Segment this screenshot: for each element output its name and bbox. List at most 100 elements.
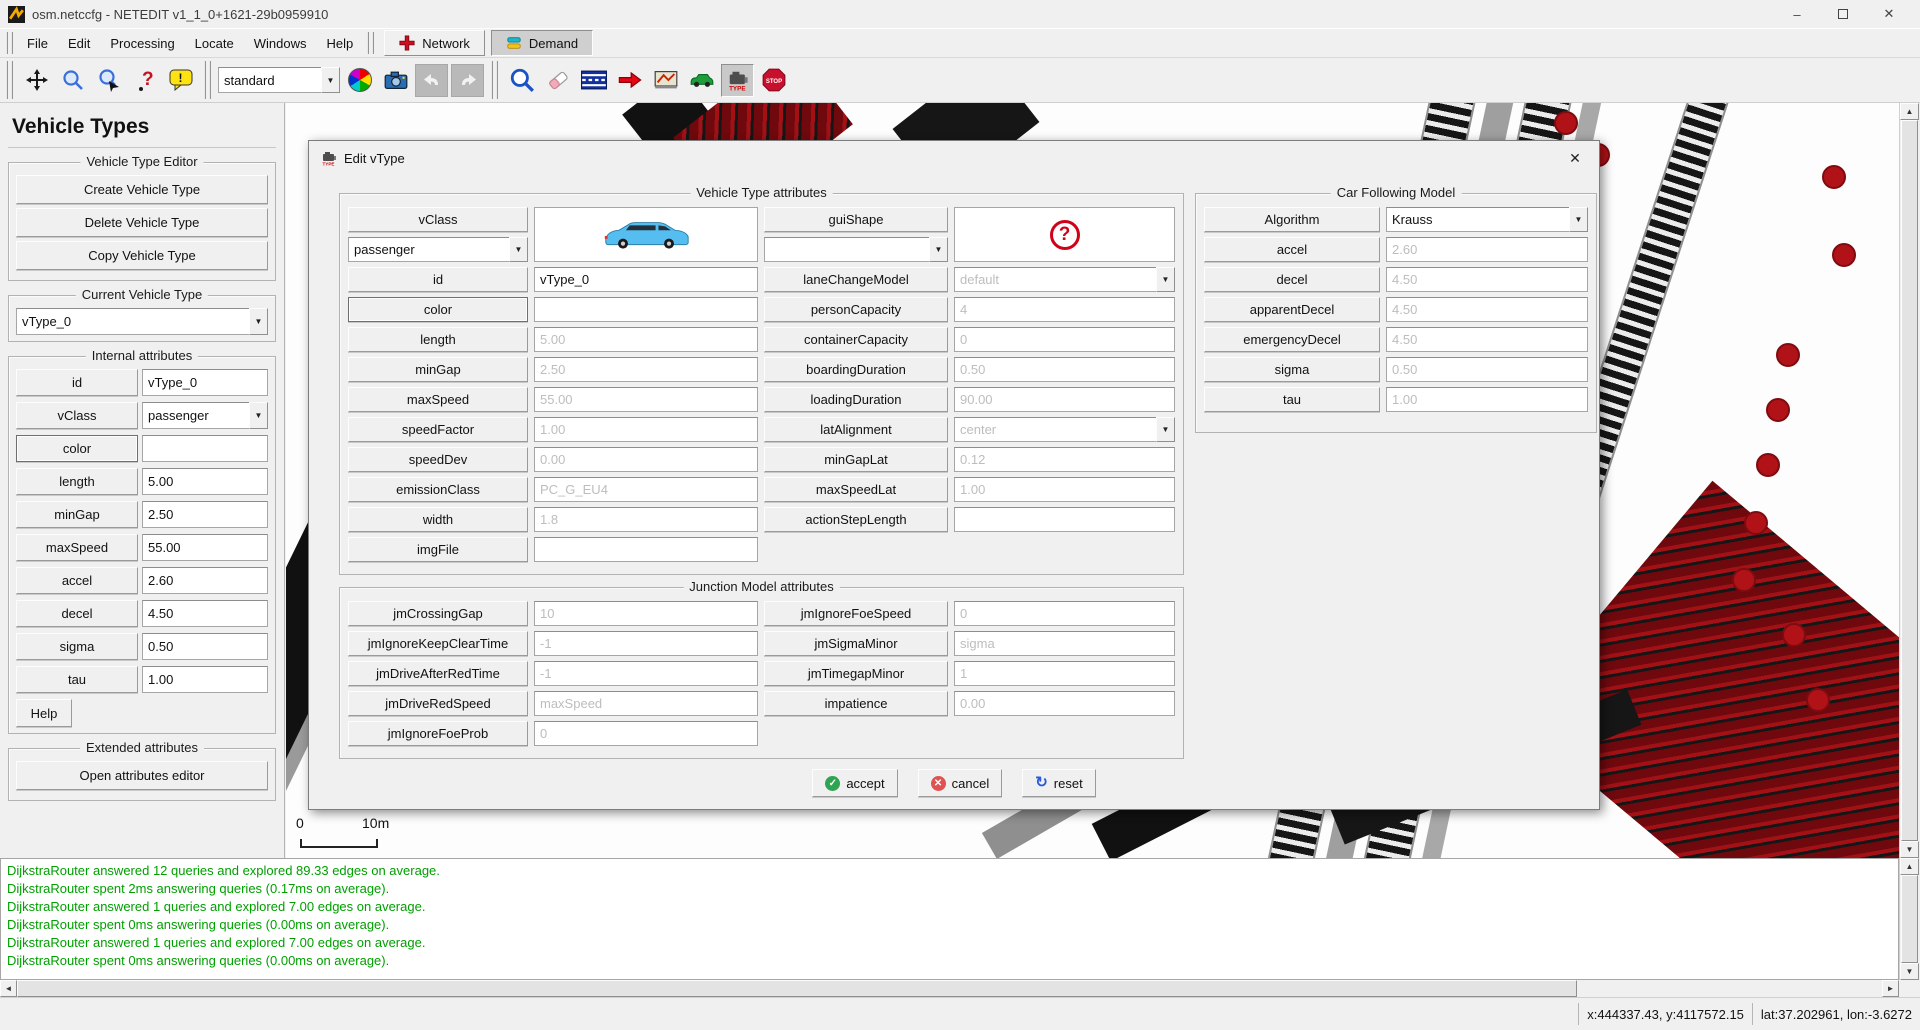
attr-label-length[interactable]: length — [16, 468, 138, 495]
attr-combo-lanechangemodel[interactable]: default ▼ — [954, 267, 1175, 292]
attr-input-speedfactor[interactable]: 1.00 — [534, 417, 758, 442]
color-scheme-combo[interactable]: standard ▼ — [218, 67, 340, 93]
move-view-button[interactable] — [20, 64, 53, 97]
chevron-down-icon[interactable]: ▼ — [1569, 207, 1588, 232]
attr-input-mingaplat[interactable]: 0.12 — [954, 447, 1175, 472]
attr-label-decel[interactable]: decel — [1204, 267, 1380, 292]
attr-label-imgfile[interactable]: imgFile — [348, 537, 528, 562]
menu-windows[interactable]: Windows — [244, 31, 317, 56]
attr-label-algorithm[interactable]: Algorithm — [1204, 207, 1380, 232]
attr-label-maxspeedlat[interactable]: maxSpeedLat — [764, 477, 948, 502]
attr-input-personcapacity[interactable]: 4 — [954, 297, 1175, 322]
attr-label-emergencydecel[interactable]: emergencyDecel — [1204, 327, 1380, 352]
attr-input-jmignorefoespeed[interactable]: 0 — [954, 601, 1175, 626]
dialog-titlebar[interactable]: TYPE Edit vType ✕ — [309, 141, 1599, 175]
attr-label-id[interactable]: id — [16, 369, 138, 396]
attr-label-personcapacity[interactable]: personCapacity — [764, 297, 948, 322]
attr-label-accel[interactable]: accel — [16, 567, 138, 594]
message-log[interactable]: DijkstraRouter answered 12 queries and e… — [0, 858, 1899, 980]
attr-label-guishape[interactable]: guiShape — [764, 207, 948, 232]
attr-label-impatience[interactable]: impatience — [764, 691, 948, 716]
maximize-button[interactable] — [1820, 0, 1866, 28]
attr-label-speeddev[interactable]: speedDev — [348, 447, 528, 472]
chevron-down-icon[interactable]: ▼ — [509, 237, 528, 262]
attr-input-jmdriveredspeed[interactable]: maxSpeed — [534, 691, 758, 716]
messages-button[interactable]: ! — [164, 64, 197, 97]
attr-input-accel[interactable]: 2.60 — [142, 567, 268, 594]
attr-input-length[interactable]: 5.00 — [534, 327, 758, 352]
attr-input-jmignorekeepcleartime[interactable]: -1 — [534, 631, 758, 656]
attr-input-boardingduration[interactable]: 0.50 — [954, 357, 1175, 382]
scrollbar-thumb[interactable] — [1901, 875, 1918, 963]
locate-button[interactable] — [92, 64, 125, 97]
attr-combo-vclass[interactable]: passenger ▼ — [142, 402, 268, 429]
accept-button[interactable]: ✓ accept — [812, 769, 897, 797]
attr-combo-algorithm[interactable]: Krauss ▼ — [1386, 207, 1588, 232]
vehicle-mode-button[interactable] — [685, 64, 718, 97]
log-vertical-scrollbar[interactable]: ▲ ▼ — [1899, 858, 1919, 980]
attr-label-jmcrossinggap[interactable]: jmCrossingGap — [348, 601, 528, 626]
attr-input-id[interactable]: vType_0 — [142, 369, 268, 396]
menu-file[interactable]: File — [17, 31, 58, 56]
attr-label-jmdriveredspeed[interactable]: jmDriveRedSpeed — [348, 691, 528, 716]
color-button[interactable]: color — [16, 435, 138, 462]
attr-label-maxspeed[interactable]: maxSpeed — [348, 387, 528, 412]
attr-combo-latalignment[interactable]: center ▼ — [954, 417, 1175, 442]
attr-input-actionsteplength[interactable] — [954, 507, 1175, 532]
attr-input-color[interactable] — [534, 297, 758, 322]
attr-label-sigma[interactable]: sigma — [1204, 357, 1380, 382]
scrollbar-thumb[interactable] — [1901, 120, 1918, 841]
attr-label-mingap[interactable]: minGap — [16, 501, 138, 528]
scroll-down-icon[interactable]: ▼ — [1900, 841, 1919, 858]
chevron-down-icon[interactable]: ▼ — [249, 308, 268, 335]
scroll-up-icon[interactable]: ▲ — [1900, 858, 1919, 875]
menu-locate[interactable]: Locate — [185, 31, 244, 56]
attr-input-imgfile[interactable] — [534, 537, 758, 562]
dialog-close-button[interactable]: ✕ — [1563, 146, 1587, 170]
attr-input-mingap[interactable]: 2.50 — [142, 501, 268, 528]
attr-label-tau[interactable]: tau — [1204, 387, 1380, 412]
attr-input-maxspeed[interactable]: 55.00 — [142, 534, 268, 561]
redo-button[interactable] — [451, 64, 484, 97]
attr-label-tau[interactable]: tau — [16, 666, 138, 693]
chevron-down-icon[interactable]: ▼ — [1156, 267, 1175, 292]
attr-label-vclass[interactable]: vClass — [16, 402, 138, 429]
attr-label-id[interactable]: id — [348, 267, 528, 292]
attr-input-tau[interactable]: 1.00 — [1386, 387, 1588, 412]
attr-input-speeddev[interactable]: 0.00 — [534, 447, 758, 472]
attr-input-jmcrossinggap[interactable]: 10 — [534, 601, 758, 626]
attr-input-sigma[interactable]: 0.50 — [142, 633, 268, 660]
supermode-network-button[interactable]: Network — [384, 30, 485, 56]
delete-vehicle-type-button[interactable]: Delete Vehicle Type — [16, 208, 268, 237]
attr-label-jmignorefoespeed[interactable]: jmIgnoreFoeSpeed — [764, 601, 948, 626]
create-vehicle-type-button[interactable]: Create Vehicle Type — [16, 175, 268, 204]
attr-input-maxspeed[interactable]: 55.00 — [534, 387, 758, 412]
route-mode-button[interactable] — [649, 64, 682, 97]
copy-vehicle-type-button[interactable]: Copy Vehicle Type — [16, 241, 268, 270]
reset-button[interactable]: ↻ reset — [1022, 769, 1095, 797]
edit-color-schemes-button[interactable] — [343, 64, 376, 97]
chevron-down-icon[interactable]: ▼ — [1156, 417, 1175, 442]
attr-label-emissionclass[interactable]: emissionClass — [348, 477, 528, 502]
chevron-down-icon[interactable]: ▼ — [249, 402, 268, 429]
move-mode-button[interactable] — [613, 64, 646, 97]
attr-input-accel[interactable]: 2.60 — [1386, 237, 1588, 262]
attr-input-maxspeedlat[interactable]: 1.00 — [954, 477, 1175, 502]
scrollbar-thumb[interactable] — [17, 980, 1577, 997]
attr-input-apparentdecel[interactable]: 4.50 — [1386, 297, 1588, 322]
attr-input-mingap[interactable]: 2.50 — [534, 357, 758, 382]
select-mode-button[interactable] — [577, 64, 610, 97]
minimize-button[interactable]: – — [1774, 0, 1820, 28]
help-mode-button[interactable]: ? — [128, 64, 161, 97]
attr-input-id[interactable]: vType_0 — [534, 267, 758, 292]
vehicle-type-mode-button[interactable]: TYPE — [721, 64, 754, 97]
attr-label-latalignment[interactable]: latAlignment — [764, 417, 948, 442]
chevron-down-icon[interactable]: ▼ — [321, 67, 340, 93]
attr-label-containercapacity[interactable]: containerCapacity — [764, 327, 948, 352]
scroll-left-icon[interactable]: ◄ — [0, 980, 17, 997]
attr-input-length[interactable]: 5.00 — [142, 468, 268, 495]
attr-input-emissionclass[interactable]: PC_G_EU4 — [534, 477, 758, 502]
open-attributes-editor-button[interactable]: Open attributes editor — [16, 761, 268, 790]
scroll-right-icon[interactable]: ► — [1882, 980, 1899, 997]
attr-label-mingaplat[interactable]: minGapLat — [764, 447, 948, 472]
